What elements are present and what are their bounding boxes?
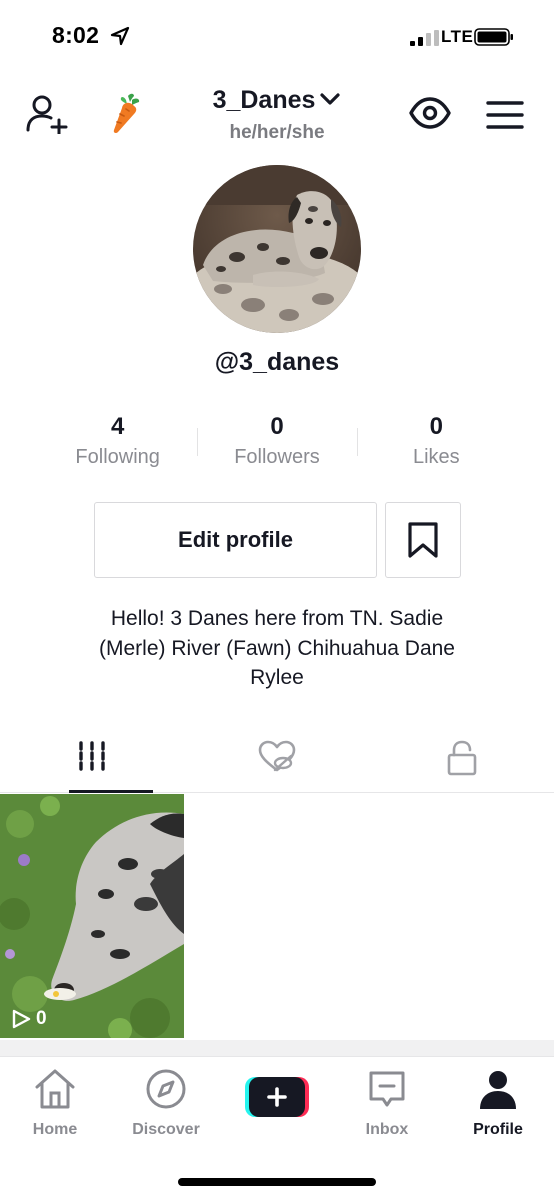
tab-inbox[interactable]: Inbox — [332, 1067, 442, 1139]
avatar[interactable] — [193, 165, 361, 333]
stat-label: Followers — [234, 446, 320, 468]
tab-liked[interactable] — [185, 730, 370, 792]
tab-label: Discover — [132, 1121, 200, 1138]
tab-home[interactable]: Home — [0, 1067, 110, 1139]
compass-icon — [146, 1069, 186, 1109]
bio-line: (Merle) River (Fawn) Chihuahua Dane — [99, 636, 455, 660]
avatar-photo — [193, 165, 361, 333]
grid-footer-divider — [0, 1040, 554, 1056]
video-thumbnail[interactable]: 0 — [0, 794, 184, 1038]
tab-label: Home — [32, 1121, 78, 1138]
stat-label: Likes — [412, 446, 460, 468]
network-type: LTE — [441, 27, 474, 46]
eye-icon[interactable] — [408, 96, 452, 130]
create-button[interactable] — [245, 1077, 309, 1117]
bio-line: Hello! 3 Danes here from TN. Sadie — [110, 607, 444, 630]
chevron-down-icon — [320, 93, 341, 105]
status-bar: 8:02 LTE — [0, 0, 554, 72]
profile-header: 3_Danes he/her/she — [0, 80, 554, 150]
home-icon — [35, 1069, 75, 1109]
cellular-signal-icon — [410, 30, 439, 46]
home-indicator[interactable] — [178, 1178, 376, 1186]
stat-likes[interactable]: 0 Likes — [356, 410, 516, 480]
lock-icon — [447, 740, 476, 776]
stat-following[interactable]: 4 Following — [38, 410, 197, 480]
tab-discover[interactable]: Discover — [111, 1067, 221, 1139]
tab-videos[interactable] — [0, 730, 185, 793]
hamburger-menu-icon[interactable] — [486, 100, 524, 130]
tab-label: Inbox — [365, 1121, 409, 1138]
liked-hidden-icon — [258, 740, 296, 772]
profile-icon — [480, 1071, 516, 1109]
edit-profile-button[interactable]: Edit profile — [94, 502, 377, 578]
battery-icon — [474, 28, 513, 46]
create-plus-icon — [245, 1077, 309, 1117]
video-thumbnail-image — [0, 794, 184, 1038]
bio-line: Rylee — [250, 666, 304, 689]
username-title: 3_Danes — [212, 86, 316, 114]
location-arrow-icon — [110, 26, 130, 46]
profile-tabs — [0, 730, 554, 793]
tab-private[interactable] — [369, 730, 554, 792]
profile-stats: 4 Following 0 Followers 0 Likes — [38, 410, 516, 480]
play-icon — [12, 1009, 31, 1029]
videos-grid-icon — [79, 741, 106, 771]
stat-followers[interactable]: 0 Followers — [197, 410, 356, 480]
bookmark-icon — [408, 522, 438, 558]
view-count: 0 — [10, 1008, 47, 1030]
stat-value: 0 — [270, 413, 284, 440]
favorites-button[interactable] — [385, 502, 461, 578]
view-count-value: 0 — [36, 1008, 47, 1029]
video-grid: 0 — [0, 794, 554, 1040]
stat-value: 4 — [110, 413, 125, 440]
tab-label: Profile — [473, 1121, 523, 1138]
username-switcher[interactable]: 3_Danes — [0, 86, 554, 115]
stat-value: 0 — [429, 413, 443, 440]
tab-profile[interactable]: Profile — [443, 1067, 553, 1139]
profile-handle: @3_danes — [214, 348, 340, 376]
stat-label: Following — [75, 446, 160, 468]
pronouns: he/her/she — [229, 122, 325, 143]
profile-bio: Hello! 3 Danes here from TN. Sadie (Merl… — [60, 604, 494, 693]
inbox-icon — [369, 1071, 405, 1107]
status-time: 8:02 — [52, 22, 100, 48]
